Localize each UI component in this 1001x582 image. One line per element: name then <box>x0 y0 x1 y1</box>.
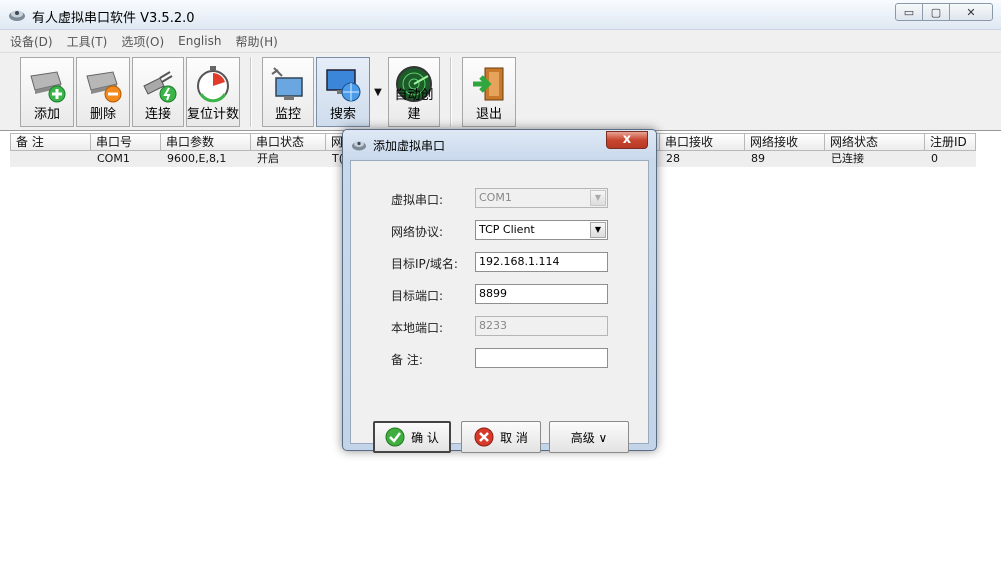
dropdown-arrow-icon: ▼ <box>590 190 606 206</box>
search-dropdown-arrow[interactable]: ▼ <box>370 57 386 127</box>
reset-count-button[interactable]: 复位计数 <box>186 57 240 127</box>
cell-port-status: 开启 <box>257 152 279 165</box>
monitor-button[interactable]: 监控 <box>262 57 314 127</box>
search-button[interactable]: 搜索 <box>316 57 370 127</box>
cell-remark <box>10 151 91 167</box>
ok-label: 确 认 <box>411 430 439 445</box>
app-logo-icon <box>352 141 366 151</box>
virtual-port-value: COM1 <box>479 191 512 204</box>
target-port-input[interactable]: 8899 <box>475 284 608 304</box>
menu-english[interactable]: English <box>178 34 221 48</box>
auto-create-label: 自动创建 <box>394 88 434 122</box>
cell-port: COM1 <box>97 152 130 165</box>
target-ip-input[interactable]: 192.168.1.114 <box>475 252 608 272</box>
protocol-select[interactable]: TCP Client ▼ <box>475 220 608 240</box>
cancel-label: 取 消 <box>500 430 528 445</box>
column-header-remark[interactable]: 备 注 <box>10 133 91 151</box>
remark-input[interactable] <box>475 348 608 368</box>
add-label: 添加 <box>33 107 60 122</box>
reset-count-label: 复位计数 <box>187 107 240 122</box>
auto-create-button[interactable]: 自动创建 <box>388 57 440 127</box>
toolbar-separator <box>250 57 252 127</box>
exit-label: 退出 <box>475 107 502 122</box>
add-button[interactable]: 添加 <box>20 57 74 127</box>
check-icon <box>385 427 405 447</box>
column-header-net-rx[interactable]: 网络接收 <box>745 133 825 151</box>
cell-port-rx: 28 <box>666 152 680 165</box>
search-label: 搜索 <box>329 107 356 122</box>
menu-help[interactable]: 帮助(H) <box>235 33 277 50</box>
search-globe-icon <box>326 69 361 102</box>
column-header-port[interactable]: 串口号 <box>91 133 161 151</box>
column-header-port-status[interactable]: 串口状态 <box>251 133 326 151</box>
cell-net-status: 已连接 <box>831 152 864 165</box>
window-title: 有人虚拟串口软件 V3.5.2.0 <box>32 11 195 26</box>
menu-tools[interactable]: 工具(T) <box>67 33 108 50</box>
toolbar-separator <box>450 57 452 127</box>
connect-button[interactable]: 连接 <box>132 57 184 127</box>
dropdown-arrow-icon: ▼ <box>590 222 606 238</box>
add-port-icon <box>30 71 66 103</box>
stopwatch-icon <box>197 66 229 103</box>
protocol-label: 网络协议: <box>391 225 444 239</box>
menu-bar: 设备(D) 工具(T) 选项(O) English 帮助(H) <box>0 30 1001 52</box>
close-button[interactable]: ✕ <box>949 3 993 21</box>
menu-options[interactable]: 选项(O) <box>121 33 164 50</box>
target-port-label: 目标端口: <box>391 289 444 303</box>
column-header-port-rx[interactable]: 串口接收 <box>660 133 745 151</box>
app-logo-icon <box>9 10 25 21</box>
cancel-x-icon <box>474 427 494 447</box>
cell-register-id: 0 <box>931 152 938 165</box>
remark-label: 备 注: <box>391 353 423 367</box>
dialog-title: 添加虚拟串口 <box>373 139 446 153</box>
local-port-label: 本地端口: <box>391 321 444 335</box>
maximize-button[interactable]: ▢ <box>922 3 950 21</box>
toolbar: 添加 删除 连接 复位计数 监控 搜索 ▼ 自动创建 退出 <box>0 52 1001 130</box>
column-header-params[interactable]: 串口参数 <box>161 133 251 151</box>
monitor-icon <box>271 67 303 100</box>
column-header-net-status[interactable]: 网络状态 <box>825 133 925 151</box>
virtual-port-label: 虚拟串口: <box>391 193 444 207</box>
title-bar: 有人虚拟串口软件 V3.5.2.0 ▭ ▢ ✕ <box>0 0 1001 30</box>
advanced-label: 高级 ∨ <box>570 430 608 445</box>
menu-device[interactable]: 设备(D) <box>10 33 53 50</box>
exit-door-icon <box>473 67 504 101</box>
column-header-register-id[interactable]: 注册ID <box>925 133 976 151</box>
delete-button[interactable]: 删除 <box>76 57 130 127</box>
connect-label: 连接 <box>144 107 171 122</box>
plug-icon <box>143 71 177 103</box>
ok-button[interactable]: 确 认 <box>373 421 451 453</box>
local-port-input[interactable]: 8233 <box>475 316 608 336</box>
minimize-button[interactable]: ▭ <box>895 3 923 21</box>
target-ip-label: 目标IP/域名: <box>391 257 458 271</box>
cell-net-rx: 89 <box>751 152 765 165</box>
monitor-label: 监控 <box>274 107 301 122</box>
dialog-body: 虚拟串口: COM1 ▼ 网络协议: TCP Client ▼ 目标IP/域名:… <box>350 160 649 453</box>
protocol-value: TCP Client <box>479 223 535 236</box>
dialog-close-button[interactable]: x <box>606 131 648 149</box>
delete-label: 删除 <box>89 107 116 122</box>
cancel-button[interactable]: 取 消 <box>461 421 541 453</box>
virtual-port-select[interactable]: COM1 ▼ <box>475 188 608 208</box>
add-virtual-port-dialog: 添加虚拟串口 x 虚拟串口: COM1 ▼ 网络协议: TCP Client ▼… <box>342 129 657 453</box>
delete-port-icon <box>86 71 122 103</box>
cell-params: 9600,E,8,1 <box>167 152 227 165</box>
advanced-button[interactable]: 高级 ∨ <box>549 421 629 453</box>
exit-button[interactable]: 退出 <box>462 57 516 127</box>
